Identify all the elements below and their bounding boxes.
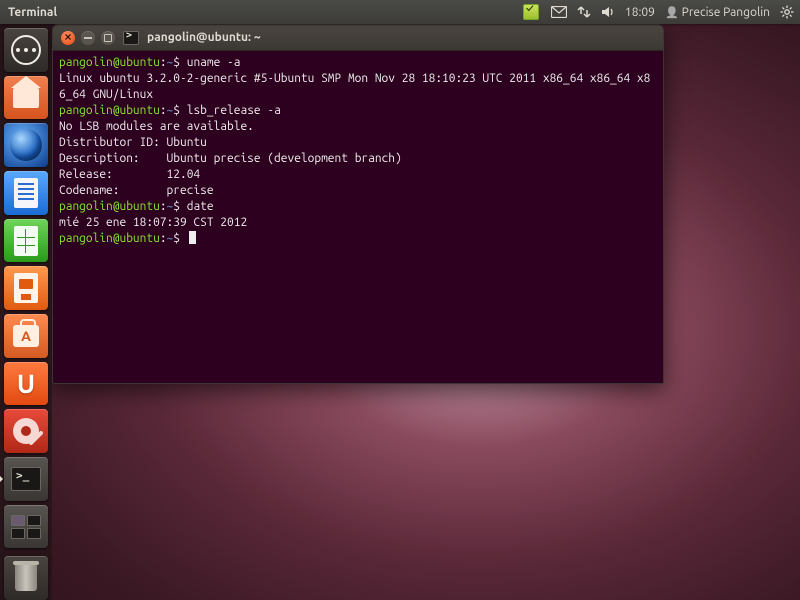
window-controls [61,31,115,45]
ubuntu-logo-icon [11,35,41,65]
terminal-output[interactable]: pangolin@ubuntu:~$ uname -a Linux ubuntu… [53,51,663,383]
window-title: pangolin@ubuntu: ~ [147,31,261,44]
spreadsheet-icon [14,226,38,256]
presentation-icon [14,273,38,303]
window-titlebar[interactable]: pangolin@ubuntu: ~ [53,25,663,51]
workspace-icon [11,515,41,539]
active-app-menu[interactable]: Terminal [8,6,57,19]
launcher-writer[interactable] [4,171,48,215]
window-minimize-button[interactable] [81,31,95,45]
terminal-title-icon [123,31,139,45]
globe-icon [10,129,42,161]
unity-launcher: U [0,24,52,600]
clock[interactable]: 18:09 [625,6,655,19]
launcher-trash[interactable] [4,556,48,600]
network-indicator-icon[interactable] [577,5,591,19]
sound-indicator-icon[interactable] [601,5,615,19]
system-gear-icon[interactable] [780,5,794,19]
trash-icon [15,565,37,591]
launcher-terminal[interactable] [4,457,48,501]
top-panel: Terminal 18:09 Precise Pangolin [0,0,800,24]
user-label: Precise Pangolin [682,6,770,19]
update-indicator-icon[interactable] [523,4,541,20]
running-indicator-icon [0,474,3,484]
launcher-system-settings[interactable] [4,409,48,453]
terminal-window: pangolin@ubuntu: ~ pangolin@ubuntu:~$ un… [52,24,664,384]
document-icon [14,178,38,208]
terminal-icon [11,467,41,491]
launcher-workspace-switcher[interactable] [4,505,48,549]
launcher-firefox[interactable] [4,123,48,167]
launcher-dash[interactable] [4,28,48,72]
launcher-home-folder[interactable] [4,76,48,120]
messaging-indicator-icon[interactable] [551,6,567,18]
window-maximize-button[interactable] [101,31,115,45]
window-close-button[interactable] [61,31,75,45]
ubuntu-one-icon: U [17,369,35,398]
launcher-ubuntu-one[interactable]: U [4,362,48,406]
shopping-bag-icon [13,325,39,347]
launcher-software-center[interactable] [4,314,48,358]
session-indicator[interactable]: Precise Pangolin [665,6,770,19]
launcher-calc[interactable] [4,219,48,263]
house-icon [13,88,39,108]
launcher-impress[interactable] [4,266,48,310]
